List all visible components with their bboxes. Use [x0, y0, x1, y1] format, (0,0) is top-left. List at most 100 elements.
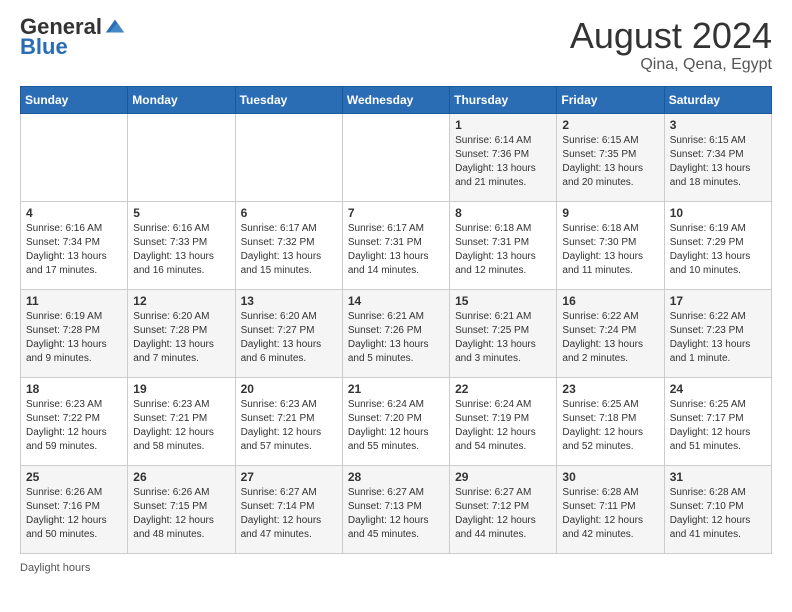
day-number: 3: [670, 118, 766, 132]
calendar-cell: 10 Sunrise: 6:19 AM Sunset: 7:29 PM Dayli…: [664, 201, 771, 289]
day-info: Sunrise: 6:19 AM Sunset: 7:29 PM Dayligh…: [670, 222, 766, 278]
calendar-cell: 11Sunrise: 6:19 AM Sunset: 7:28 PM Dayli…: [21, 289, 128, 377]
day-info: Sunrise: 6:16 AM Sunset: 7:34 PM Dayligh…: [26, 222, 122, 278]
day-info: Sunrise: 6:21 AM Sunset: 7:25 PM Dayligh…: [455, 310, 551, 366]
calendar-cell: 27 Sunrise: 6:27 AM Sunset: 7:14 PM Dayli…: [235, 465, 342, 553]
day-info: Sunrise: 6:21 AM Sunset: 7:26 PM Dayligh…: [348, 310, 444, 366]
calendar-cell: 14 Sunrise: 6:21 AM Sunset: 7:26 PM Dayli…: [342, 289, 449, 377]
footer-note: Daylight hours: [20, 562, 772, 574]
month-year-title: August 2024: [570, 16, 772, 56]
calendar-cell: 17 Sunrise: 6:22 AM Sunset: 7:23 PM Dayli…: [664, 289, 771, 377]
day-number: 31: [670, 470, 766, 484]
calendar-week-row: 18 Sunrise: 6:23 AM Sunset: 7:22 PM Dayli…: [21, 377, 772, 465]
daylight-label: Daylight hours: [20, 562, 90, 574]
day-number: 28: [348, 470, 444, 484]
weekday-header-row: SundayMondayTuesdayWednesdayThursdayFrid…: [21, 86, 772, 113]
day-info: Sunrise: 6:27 AM Sunset: 7:13 PM Dayligh…: [348, 486, 444, 542]
day-info: Sunrise: 6:23 AM Sunset: 7:21 PM Dayligh…: [241, 398, 337, 454]
day-number: 11: [26, 294, 122, 308]
calendar-cell: 29Sunrise: 6:27 AM Sunset: 7:12 PM Dayli…: [450, 465, 557, 553]
day-info: Sunrise: 6:22 AM Sunset: 7:23 PM Dayligh…: [670, 310, 766, 366]
calendar-cell: 3Sunrise: 6:15 AM Sunset: 7:34 PM Daylig…: [664, 113, 771, 201]
day-number: 21: [348, 382, 444, 396]
calendar-cell: 8 Sunrise: 6:18 AM Sunset: 7:31 PM Daylig…: [450, 201, 557, 289]
calendar-cell: 4Sunrise: 6:16 AM Sunset: 7:34 PM Daylig…: [21, 201, 128, 289]
day-number: 18: [26, 382, 122, 396]
day-number: 27: [241, 470, 337, 484]
day-info: Sunrise: 6:18 AM Sunset: 7:31 PM Dayligh…: [455, 222, 551, 278]
calendar-cell: 25 Sunrise: 6:26 AM Sunset: 7:16 PM Dayli…: [21, 465, 128, 553]
day-number: 13: [241, 294, 337, 308]
calendar-cell: [235, 113, 342, 201]
weekday-header: Tuesday: [235, 86, 342, 113]
day-info: Sunrise: 6:23 AM Sunset: 7:21 PM Dayligh…: [133, 398, 229, 454]
day-info: Sunrise: 6:15 AM Sunset: 7:35 PM Dayligh…: [562, 134, 658, 190]
weekday-header: Monday: [128, 86, 235, 113]
day-info: Sunrise: 6:23 AM Sunset: 7:22 PM Dayligh…: [26, 398, 122, 454]
calendar-cell: 21Sunrise: 6:24 AM Sunset: 7:20 PM Dayli…: [342, 377, 449, 465]
logo-icon: [104, 16, 126, 38]
calendar-cell: 5Sunrise: 6:16 AM Sunset: 7:33 PM Daylig…: [128, 201, 235, 289]
calendar-cell: 12Sunrise: 6:20 AM Sunset: 7:28 PM Dayli…: [128, 289, 235, 377]
calendar-cell: 20 Sunrise: 6:23 AM Sunset: 7:21 PM Dayli…: [235, 377, 342, 465]
day-number: 24: [670, 382, 766, 396]
calendar-cell: 13 Sunrise: 6:20 AM Sunset: 7:27 PM Dayli…: [235, 289, 342, 377]
day-number: 9: [562, 206, 658, 220]
day-number: 6: [241, 206, 337, 220]
calendar-cell: 15 Sunrise: 6:21 AM Sunset: 7:25 PM Dayli…: [450, 289, 557, 377]
calendar-week-row: 25 Sunrise: 6:26 AM Sunset: 7:16 PM Dayli…: [21, 465, 772, 553]
calendar-cell: 18 Sunrise: 6:23 AM Sunset: 7:22 PM Dayli…: [21, 377, 128, 465]
day-info: Sunrise: 6:20 AM Sunset: 7:27 PM Dayligh…: [241, 310, 337, 366]
day-info: Sunrise: 6:14 AM Sunset: 7:36 PM Dayligh…: [455, 134, 551, 190]
calendar-cell: [21, 113, 128, 201]
calendar-cell: 23Sunrise: 6:25 AM Sunset: 7:18 PM Dayli…: [557, 377, 664, 465]
day-number: 1: [455, 118, 551, 132]
day-number: 20: [241, 382, 337, 396]
calendar-table: SundayMondayTuesdayWednesdayThursdayFrid…: [20, 86, 772, 554]
logo: General Blue: [20, 16, 126, 60]
page-header: General Blue August 2024 Qina, Qena, Egy…: [20, 16, 772, 74]
day-number: 16: [562, 294, 658, 308]
calendar-week-row: 1 Sunrise: 6:14 AM Sunset: 7:36 PM Daylig…: [21, 113, 772, 201]
calendar-cell: 31 Sunrise: 6:28 AM Sunset: 7:10 PM Dayli…: [664, 465, 771, 553]
weekday-header: Wednesday: [342, 86, 449, 113]
calendar-cell: 6 Sunrise: 6:17 AM Sunset: 7:32 PM Daylig…: [235, 201, 342, 289]
day-info: Sunrise: 6:27 AM Sunset: 7:14 PM Dayligh…: [241, 486, 337, 542]
day-number: 15: [455, 294, 551, 308]
day-number: 23: [562, 382, 658, 396]
calendar-cell: 1 Sunrise: 6:14 AM Sunset: 7:36 PM Daylig…: [450, 113, 557, 201]
day-info: Sunrise: 6:25 AM Sunset: 7:17 PM Dayligh…: [670, 398, 766, 454]
location-title: Qina, Qena, Egypt: [570, 56, 772, 74]
logo-blue-text: Blue: [20, 34, 68, 60]
calendar-cell: [342, 113, 449, 201]
day-number: 25: [26, 470, 122, 484]
day-number: 10: [670, 206, 766, 220]
calendar-cell: 19Sunrise: 6:23 AM Sunset: 7:21 PM Dayli…: [128, 377, 235, 465]
calendar-cell: [128, 113, 235, 201]
weekday-header: Saturday: [664, 86, 771, 113]
day-info: Sunrise: 6:17 AM Sunset: 7:32 PM Dayligh…: [241, 222, 337, 278]
calendar-cell: 30Sunrise: 6:28 AM Sunset: 7:11 PM Dayli…: [557, 465, 664, 553]
calendar-cell: 28 Sunrise: 6:27 AM Sunset: 7:13 PM Dayli…: [342, 465, 449, 553]
month-title-block: August 2024 Qina, Qena, Egypt: [570, 16, 772, 74]
day-number: 17: [670, 294, 766, 308]
day-info: Sunrise: 6:27 AM Sunset: 7:12 PM Dayligh…: [455, 486, 551, 542]
calendar-week-row: 11Sunrise: 6:19 AM Sunset: 7:28 PM Dayli…: [21, 289, 772, 377]
day-info: Sunrise: 6:17 AM Sunset: 7:31 PM Dayligh…: [348, 222, 444, 278]
day-info: Sunrise: 6:24 AM Sunset: 7:19 PM Dayligh…: [455, 398, 551, 454]
calendar-week-row: 4Sunrise: 6:16 AM Sunset: 7:34 PM Daylig…: [21, 201, 772, 289]
calendar-cell: 26Sunrise: 6:26 AM Sunset: 7:15 PM Dayli…: [128, 465, 235, 553]
day-info: Sunrise: 6:28 AM Sunset: 7:10 PM Dayligh…: [670, 486, 766, 542]
calendar-cell: 7Sunrise: 6:17 AM Sunset: 7:31 PM Daylig…: [342, 201, 449, 289]
day-info: Sunrise: 6:16 AM Sunset: 7:33 PM Dayligh…: [133, 222, 229, 278]
day-info: Sunrise: 6:22 AM Sunset: 7:24 PM Dayligh…: [562, 310, 658, 366]
weekday-header: Sunday: [21, 86, 128, 113]
calendar-cell: 2Sunrise: 6:15 AM Sunset: 7:35 PM Daylig…: [557, 113, 664, 201]
day-number: 26: [133, 470, 229, 484]
calendar-cell: 9Sunrise: 6:18 AM Sunset: 7:30 PM Daylig…: [557, 201, 664, 289]
day-number: 14: [348, 294, 444, 308]
day-info: Sunrise: 6:26 AM Sunset: 7:16 PM Dayligh…: [26, 486, 122, 542]
calendar-cell: 24 Sunrise: 6:25 AM Sunset: 7:17 PM Dayli…: [664, 377, 771, 465]
calendar-cell: 16 Sunrise: 6:22 AM Sunset: 7:24 PM Dayli…: [557, 289, 664, 377]
day-number: 8: [455, 206, 551, 220]
